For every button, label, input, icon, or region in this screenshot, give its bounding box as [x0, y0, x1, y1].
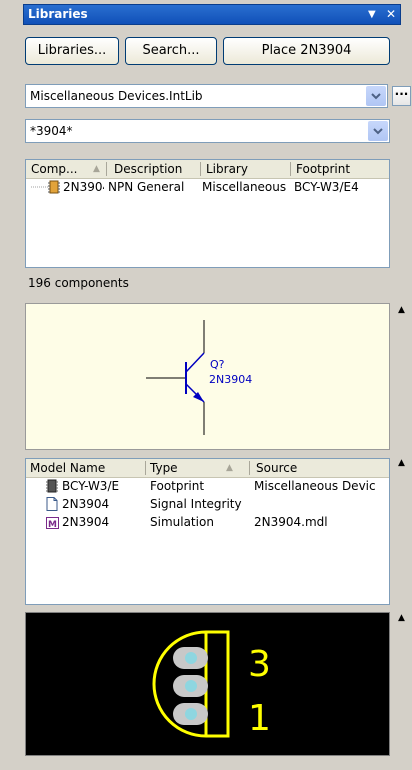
table-row[interactable]: 2N3904 NPN General Miscellaneous BCY-W3/…	[26, 179, 389, 196]
place-button[interactable]: Place 2N3904	[223, 37, 390, 65]
model-type: Signal Integrity	[150, 497, 242, 511]
model-name: 2N3904	[62, 497, 110, 511]
component-footprint: BCY-W3/E4	[294, 180, 359, 194]
panel-title: Libraries	[28, 7, 88, 21]
panel-title-bar[interactable]: Libraries ▼ ✕	[23, 4, 401, 25]
column-divider[interactable]	[290, 162, 291, 176]
table-row[interactable]: BCY-W3/E Footprint Miscellaneous Devic	[26, 478, 389, 495]
designator-label: Q?	[210, 358, 225, 371]
components-grid[interactable]: Comp... ▲ Description Library Footprint …	[25, 159, 390, 268]
pin-3-label: 3	[248, 644, 271, 685]
column-header-footprint[interactable]: Footprint	[296, 162, 350, 176]
footprint-graphic: 3 1	[152, 630, 271, 739]
column-header-source[interactable]: Source	[256, 461, 297, 475]
model-icon: M	[46, 517, 59, 529]
model-type: Simulation	[150, 515, 214, 529]
library-select-value: Miscellaneous Devices.IntLib	[30, 89, 203, 103]
model-source: 2N3904.mdl	[254, 515, 328, 529]
component-chip-icon	[48, 180, 60, 194]
library-options-button[interactable]: ···	[392, 86, 411, 106]
libraries-panel: Libraries ▼ ✕ Libraries... Search... Pla…	[0, 0, 412, 770]
pin-1-label: 1	[248, 698, 271, 739]
model-name: BCY-W3/E	[62, 479, 120, 493]
transistor-symbol: Q? 2N3904	[146, 320, 252, 435]
column-header-component[interactable]: Comp...	[31, 162, 77, 176]
component-description: NPN General	[108, 180, 185, 194]
chevron-down-icon[interactable]	[366, 86, 386, 106]
components-grid-header: Comp... ▲ Description Library Footprint	[26, 160, 389, 179]
component-count: 196 components	[28, 276, 129, 290]
models-grid[interactable]: Model Name Type ▲ Source BCY-W3/E Footpr…	[25, 458, 390, 605]
column-divider[interactable]	[200, 162, 201, 176]
sort-arrow-icon: ▲	[93, 164, 100, 174]
svg-text:M: M	[48, 520, 57, 529]
model-type: Footprint	[150, 479, 205, 493]
collapse-arrow-icon[interactable]: ▲	[398, 458, 405, 468]
document-icon	[46, 497, 58, 511]
component-library: Miscellaneous	[202, 180, 287, 194]
collapse-arrow-icon[interactable]: ▲	[398, 613, 405, 623]
table-row[interactable]: 2N3904 Signal Integrity	[26, 496, 389, 513]
chevron-down-icon[interactable]	[368, 121, 388, 141]
column-header-type[interactable]: Type	[150, 461, 178, 475]
libraries-button[interactable]: Libraries...	[25, 37, 119, 65]
filter-select[interactable]: *3904*	[25, 119, 390, 143]
column-divider[interactable]	[249, 461, 250, 475]
column-header-library[interactable]: Library	[206, 162, 248, 176]
close-icon[interactable]: ✕	[386, 7, 396, 21]
column-divider[interactable]	[145, 461, 146, 475]
search-button[interactable]: Search...	[125, 37, 217, 65]
models-grid-header: Model Name Type ▲ Source	[26, 459, 389, 478]
footprint-icon	[46, 479, 58, 493]
column-header-description[interactable]: Description	[114, 162, 182, 176]
filter-select-value: *3904*	[30, 124, 73, 138]
column-header-model-name[interactable]: Model Name	[30, 461, 105, 475]
component-name: 2N3904	[63, 180, 104, 194]
pcb-footprint-preview: 3 1	[25, 612, 390, 756]
sort-arrow-icon: ▲	[226, 463, 233, 473]
table-row[interactable]: M 2N3904 Simulation 2N3904.mdl	[26, 514, 389, 531]
collapse-arrow-icon[interactable]: ▲	[398, 305, 405, 315]
panel-menu-icon[interactable]: ▼	[368, 9, 376, 20]
library-select[interactable]: Miscellaneous Devices.IntLib	[25, 84, 388, 108]
model-name: 2N3904	[62, 515, 110, 529]
model-source: Miscellaneous Devic	[254, 479, 376, 493]
schematic-preview: Q? 2N3904	[25, 303, 390, 450]
part-label: 2N3904	[209, 373, 252, 386]
column-divider[interactable]	[106, 162, 107, 176]
